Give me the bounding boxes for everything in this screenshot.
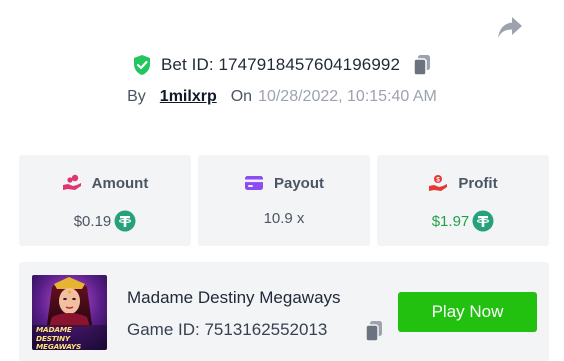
tether-icon — [472, 210, 494, 232]
game-thumbnail-title: MADAME DESTINY MEGAWAYS — [36, 325, 82, 350]
copy-game-id-icon[interactable] — [364, 320, 384, 342]
game-thumbnail[interactable]: MADAME DESTINY MEGAWAYS — [32, 275, 107, 350]
verified-shield-icon — [133, 55, 150, 75]
bet-id-row: Bet ID: 1747918457604196992 — [0, 54, 564, 76]
credit-card-icon — [244, 176, 263, 190]
payout-card: Payout 10.9 x — [198, 155, 370, 246]
bet-datetime: 10/28/2022, 10:15:40 AM — [258, 88, 437, 105]
by-label: By — [127, 88, 146, 105]
profit-label: Profit — [458, 174, 498, 192]
game-name: Madame Destiny Megaways — [127, 288, 341, 307]
amount-label: Amount — [91, 174, 149, 192]
coins-hand-icon — [62, 174, 81, 190]
game-panel: MADAME DESTINY MEGAWAYS Madame Destiny M… — [19, 262, 549, 361]
profit-card: $ Profit $1.97 — [377, 155, 549, 246]
bet-meta-row: By 1milxrp On 10/28/2022, 10:15:40 AM — [0, 88, 564, 106]
username-link[interactable]: 1milxrp — [160, 88, 217, 106]
payout-label: Payout — [273, 174, 324, 192]
share-icon — [498, 17, 522, 38]
game-id: Game ID: 7513162552013 — [127, 320, 328, 339]
profit-value: $1.97 — [431, 212, 470, 230]
on-label: On — [230, 88, 253, 105]
tether-icon — [114, 210, 136, 232]
copy-bet-id-icon[interactable] — [412, 54, 432, 76]
amount-card: Amount $0.19 — [19, 155, 191, 246]
svg-text:$: $ — [437, 176, 441, 183]
bet-id: Bet ID: 1747918457604196992 — [160, 55, 401, 74]
payout-value: 10.9 x — [263, 210, 305, 227]
amount-value: $0.19 — [73, 212, 112, 230]
share-button[interactable] — [496, 14, 524, 40]
money-hand-icon: $ — [429, 175, 448, 191]
play-now-button[interactable]: Play Now — [398, 292, 537, 332]
